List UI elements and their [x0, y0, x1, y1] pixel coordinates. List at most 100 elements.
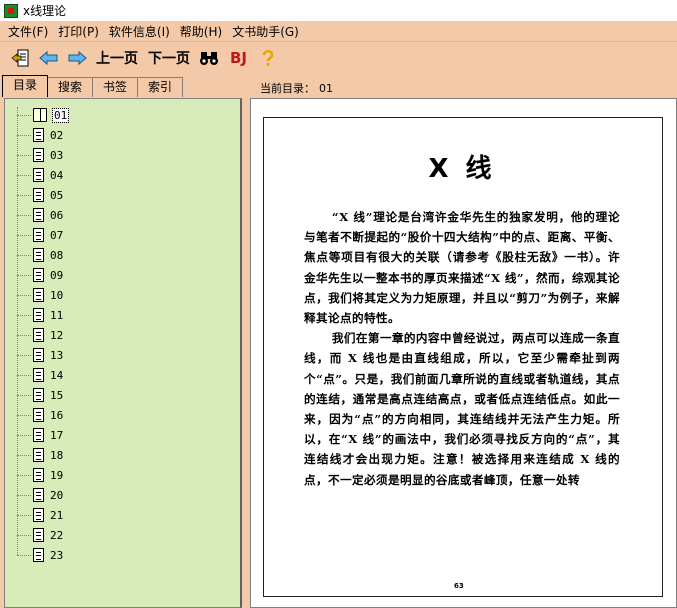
current-directory-label: 当前目录： [260, 82, 315, 95]
tree-item[interactable]: 15 [17, 385, 68, 405]
tree-item[interactable]: 18 [17, 445, 68, 465]
tree-item[interactable]: 08 [17, 245, 68, 265]
tree-item[interactable]: 13 [17, 345, 68, 365]
menu-bar: 文件(F) 打印(P) 软件信息(I) 帮助(H) 文书助手(G) [0, 21, 677, 41]
binoculars-icon [200, 51, 218, 65]
document-icon [33, 468, 44, 482]
document-icon [33, 528, 44, 542]
document-viewer[interactable]: X 线 “X 线”理论是台湾许金华先生的独家发明，他的理论与笔者不断提起的“股价… [250, 98, 677, 608]
current-directory: 当前目录： 01 [260, 80, 333, 96]
document-icon [33, 208, 44, 222]
tab-contents[interactable]: 目录 [2, 75, 49, 97]
document-icon [33, 388, 44, 402]
menu-writing-assistant[interactable]: 文书助手(G) [227, 23, 304, 40]
tree-item-label: 22 [50, 528, 64, 542]
next-page-button[interactable]: 下一页 [146, 46, 192, 70]
document-icon [33, 308, 44, 322]
tree-item-label: 17 [50, 428, 64, 442]
open-book-icon [33, 108, 47, 122]
find-button[interactable] [198, 46, 220, 70]
tree-item[interactable]: 01 [17, 105, 70, 125]
menu-help[interactable]: 帮助(H) [175, 23, 227, 40]
document-paragraph: 我们在第一章的内容中曾经说过，两点可以连成一条直线，而 X 线也是由直线组成，所… [304, 331, 620, 487]
tree-item[interactable]: 09 [17, 265, 68, 285]
tree-item-label: 14 [50, 368, 64, 382]
back-button[interactable] [38, 46, 60, 70]
tree-item-label: 08 [50, 248, 64, 262]
tree-item-label: 02 [50, 128, 64, 142]
exit-button[interactable] [10, 46, 32, 70]
help-icon [262, 49, 274, 66]
tree-item-label: 15 [50, 388, 64, 402]
document-icon [33, 188, 44, 202]
tree-item-label: 18 [50, 448, 64, 462]
tree-item[interactable]: 17 [17, 425, 68, 445]
tree-item[interactable]: 06 [17, 205, 68, 225]
tree-item[interactable]: 02 [17, 125, 68, 145]
navigation-panel: 目录 搜索 书签 索引 01 02 03 04 05 06 07 08 09 10 11 12 13 14… [0, 73, 245, 608]
menu-software-info[interactable]: 软件信息(I) [104, 23, 175, 40]
tab-index[interactable]: 索引 [137, 77, 184, 97]
document-icon [33, 248, 44, 262]
document-title: X 线 [428, 154, 496, 184]
tree-item[interactable]: 05 [17, 185, 68, 205]
window-title: x线理论 [23, 4, 67, 18]
tree-item-label: 05 [50, 188, 64, 202]
tree-item-label: 12 [50, 328, 64, 342]
document-icon [33, 348, 44, 362]
tree-item[interactable]: 19 [17, 465, 68, 485]
tree-item-label: 23 [50, 548, 64, 562]
menu-file[interactable]: 文件(F) [3, 23, 53, 40]
tree-item-label: 16 [50, 408, 64, 422]
tree-item-label: 20 [50, 488, 64, 502]
tree-item[interactable]: 11 [17, 305, 68, 325]
tree-item-label: 09 [50, 268, 64, 282]
document-icon [33, 508, 44, 522]
document-icon [33, 428, 44, 442]
document-icon [33, 168, 44, 182]
document-icon [33, 148, 44, 162]
tree-item[interactable]: 07 [17, 225, 68, 245]
help-button[interactable] [257, 46, 279, 70]
forward-arrow-icon [68, 50, 87, 65]
tree-item-label: 03 [50, 148, 64, 162]
tree-item-label: 07 [50, 228, 64, 242]
document-page: X 线 “X 线”理论是台湾许金华先生的独家发明，他的理论与笔者不断提起的“股价… [263, 117, 663, 597]
document-icon [33, 328, 44, 342]
document-icon [33, 548, 44, 562]
contents-tree-panel[interactable]: 01 02 03 04 05 06 07 08 09 10 11 12 13 14 15 16 17 18 19 20… [4, 98, 242, 608]
tree-item[interactable]: 12 [17, 325, 68, 345]
menu-print[interactable]: 打印(P) [53, 23, 104, 40]
tree-item[interactable]: 10 [17, 285, 68, 305]
app-icon [4, 3, 18, 18]
tree-item[interactable]: 22 [17, 525, 68, 545]
toolbar: 上一页 下一页 BJ [0, 41, 677, 73]
tab-bookmarks[interactable]: 书签 [92, 77, 139, 97]
tree-item[interactable]: 23 [17, 545, 68, 565]
document-icon [33, 488, 44, 502]
tree-item[interactable]: 03 [17, 145, 68, 165]
tree-item-label: 21 [50, 508, 64, 522]
document-panel: 当前目录： 01 X 线 “X 线”理论是台湾许金华先生的独家发明，他的理论与笔者… [248, 73, 677, 608]
tree-item[interactable]: 21 [17, 505, 68, 525]
forward-button[interactable] [66, 46, 88, 70]
tree-item[interactable]: 04 [17, 165, 68, 185]
tab-search[interactable]: 搜索 [47, 77, 94, 97]
document-paragraph: “X 线”理论是台湾许金华先生的独家发明，他的理论与笔者不断提起的“股价十四大结… [304, 210, 620, 326]
tree-item[interactable]: 20 [17, 485, 68, 505]
tree-item[interactable]: 16 [17, 405, 68, 425]
tree-item-label: 06 [50, 208, 64, 222]
back-arrow-icon [39, 50, 58, 65]
tree-item-label: 04 [50, 168, 64, 182]
exit-icon [11, 49, 29, 66]
tree-item[interactable]: 14 [17, 365, 68, 385]
prev-page-button[interactable]: 上一页 [94, 46, 140, 70]
document-icon [33, 268, 44, 282]
tree-item-label: 10 [50, 288, 64, 302]
tree-item-label: 11 [50, 308, 64, 322]
nav-tabs: 目录 搜索 书签 索引 [2, 75, 184, 97]
document-icon [33, 288, 44, 302]
tree-item-label: 19 [50, 468, 64, 482]
bj-button[interactable]: BJ [226, 46, 251, 70]
document-icon [33, 448, 44, 462]
